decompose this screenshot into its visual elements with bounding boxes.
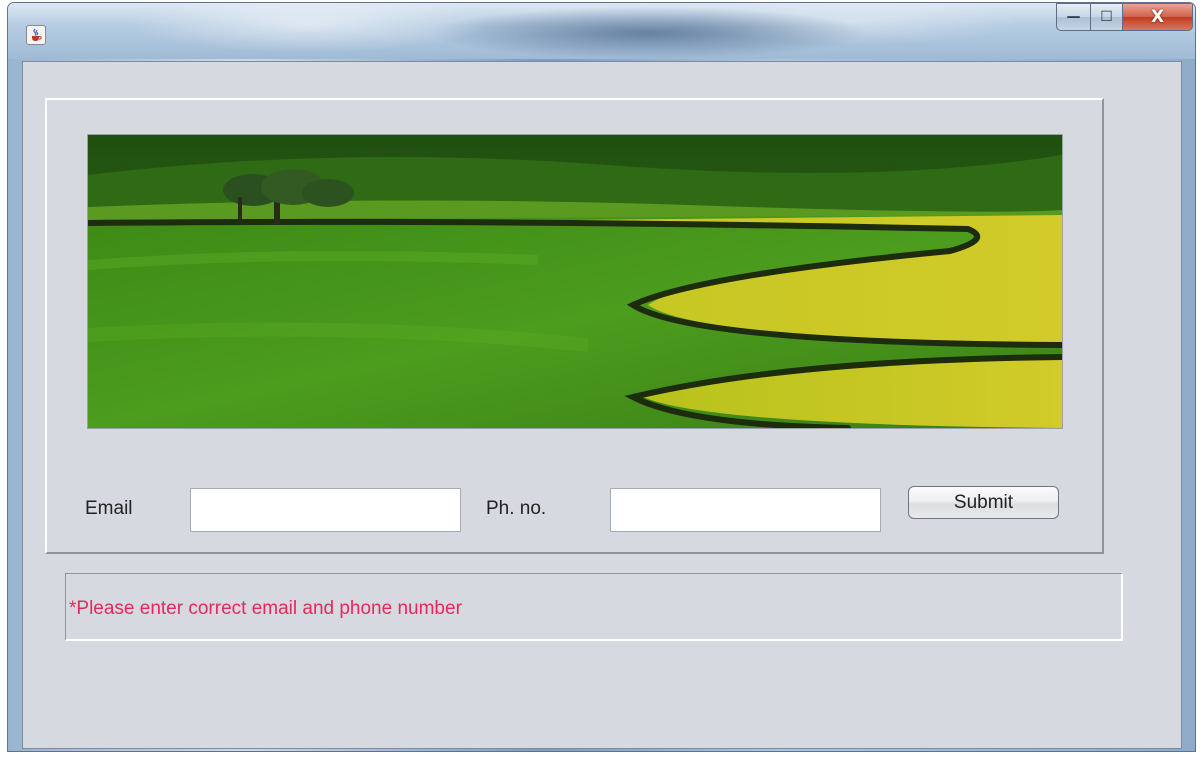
phone-label: Ph. no. — [486, 498, 547, 519]
close-button[interactable]: X — [1123, 3, 1193, 31]
landscape-illustration — [88, 135, 1062, 428]
app-window: — ☐ X Email Ph. no. Submit *Please enter… — [7, 2, 1196, 752]
form-panel: Email Ph. no. Submit — [45, 98, 1104, 554]
content-pane: Email Ph. no. Submit *Please enter corre… — [22, 61, 1182, 749]
window-controls: — ☐ X — [1056, 3, 1193, 33]
email-label: Email — [85, 498, 133, 519]
landscape-banner-image — [87, 134, 1063, 429]
java-cup-icon[interactable] — [26, 25, 46, 45]
email-input[interactable] — [190, 488, 461, 532]
maximize-button[interactable]: ☐ — [1091, 3, 1123, 31]
validation-message: *Please enter correct email and phone nu… — [69, 598, 462, 619]
minimize-icon: — — [1066, 9, 1081, 25]
title-bar[interactable]: — ☐ X — [8, 3, 1195, 59]
message-panel: *Please enter correct email and phone nu… — [65, 573, 1123, 641]
close-icon: X — [1150, 7, 1165, 27]
minimize-button[interactable]: — — [1056, 3, 1091, 31]
submit-button[interactable]: Submit — [908, 486, 1059, 519]
maximize-icon: ☐ — [1100, 9, 1113, 25]
phone-input[interactable] — [610, 488, 881, 532]
